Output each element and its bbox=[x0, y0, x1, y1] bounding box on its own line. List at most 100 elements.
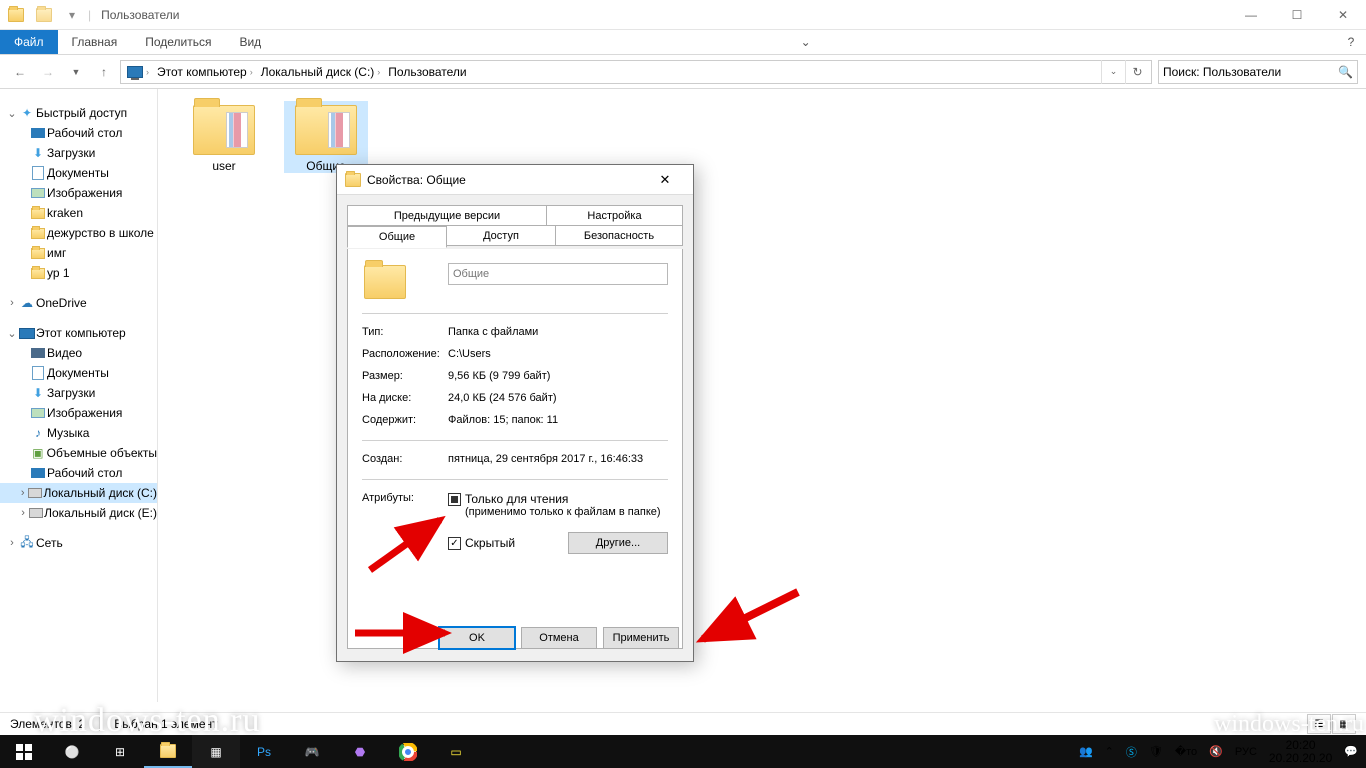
refresh-button[interactable]: ↻ bbox=[1125, 60, 1149, 84]
dialog-body: Тип:Папка с файлами Расположение:C:\User… bbox=[347, 249, 683, 649]
tab-security[interactable]: Безопасность bbox=[555, 225, 683, 246]
tree-onedrive[interactable]: ›☁OneDrive bbox=[0, 293, 157, 313]
folder-item-public[interactable]: Общие bbox=[284, 101, 368, 173]
tree-downloads[interactable]: ⬇Загрузки bbox=[0, 143, 157, 163]
explorer-task[interactable] bbox=[144, 735, 192, 768]
tree-item[interactable]: ур 1 bbox=[0, 263, 157, 283]
tray-people-icon[interactable]: 👥 bbox=[1079, 745, 1093, 758]
qat-dropdown[interactable]: ▾ bbox=[60, 4, 84, 26]
ribbon-tab-view[interactable]: Вид bbox=[225, 30, 275, 54]
minimize-button[interactable]: — bbox=[1228, 0, 1274, 30]
start-button[interactable] bbox=[0, 735, 48, 768]
apply-button[interactable]: Применить bbox=[603, 627, 679, 649]
maximize-button[interactable]: ☐ bbox=[1274, 0, 1320, 30]
calculator-task[interactable]: ▦ bbox=[192, 735, 240, 768]
folder-item-user[interactable]: user bbox=[182, 101, 266, 173]
breadcrumb-segment[interactable]: Локальный диск (C:)› bbox=[257, 65, 385, 79]
tab-sharing[interactable]: Доступ bbox=[446, 225, 556, 246]
tree-documents[interactable]: Документы bbox=[0, 163, 157, 183]
address-bar[interactable]: › Этот компьютер› Локальный диск (C:)› П… bbox=[120, 60, 1152, 84]
folder-icon bbox=[364, 265, 406, 299]
search-button[interactable]: ⚪ bbox=[48, 735, 96, 768]
forward-button[interactable]: → bbox=[36, 60, 60, 84]
gamepad-task[interactable]: 🎮 bbox=[288, 735, 336, 768]
breadcrumb-segment[interactable]: Пользователи bbox=[384, 65, 470, 79]
file-label: user bbox=[212, 159, 235, 173]
ribbon-tab-share[interactable]: Поделиться bbox=[131, 30, 225, 54]
checkbox-hidden[interactable]: ✓Скрытый bbox=[448, 536, 515, 550]
task-view-button[interactable]: ⊞ bbox=[96, 735, 144, 768]
folder-icon bbox=[4, 4, 28, 26]
quick-access-toolbar: ▾ | bbox=[0, 4, 95, 26]
tree-pictures[interactable]: Изображения bbox=[0, 403, 157, 423]
tray-skype-icon[interactable]: Ⓢ bbox=[1126, 744, 1137, 760]
tree-music[interactable]: ♪Музыка bbox=[0, 423, 157, 443]
ribbon-file-tab[interactable]: Файл bbox=[0, 30, 58, 54]
tree-item[interactable]: дежурство в школе bbox=[0, 223, 157, 243]
tree-videos[interactable]: Видео bbox=[0, 343, 157, 363]
breadcrumb-segment[interactable]: Этот компьютер› bbox=[153, 65, 257, 79]
tab-customize[interactable]: Настройка bbox=[546, 205, 683, 226]
readonly-note: (применимо только к файлам в папке) bbox=[448, 506, 668, 518]
label-size: Размер: bbox=[362, 370, 448, 382]
tray-notifications-icon[interactable]: 💬 bbox=[1344, 745, 1358, 758]
chrome-task[interactable] bbox=[384, 735, 432, 768]
tab-general[interactable]: Общие bbox=[347, 226, 447, 248]
tree-this-pc[interactable]: ⌄Этот компьютер bbox=[0, 323, 157, 343]
photoshop-task[interactable]: Ps bbox=[240, 735, 288, 768]
separator bbox=[362, 479, 668, 480]
tree-3d-objects[interactable]: ▣Объемные объекты bbox=[0, 443, 157, 463]
search-input[interactable]: Поиск: Пользователи 🔍 bbox=[1158, 60, 1358, 84]
navigation-tree[interactable]: ⌄✦Быстрый доступ Рабочий стол ⬇Загрузки … bbox=[0, 89, 158, 702]
back-button[interactable]: ← bbox=[8, 60, 32, 84]
label-contains: Содержит: bbox=[362, 414, 448, 426]
value-size: 9,56 КБ (9 799 байт) bbox=[448, 370, 668, 382]
tree-drive-c[interactable]: ›Локальный диск (C:) bbox=[0, 483, 157, 503]
other-attributes-button[interactable]: Другие... bbox=[568, 532, 668, 554]
titlebar: ▾ | Пользователи — ☐ ✕ bbox=[0, 0, 1366, 30]
tree-network[interactable]: ›🖧Сеть bbox=[0, 533, 157, 553]
ribbon-expand-icon[interactable]: ⌄ bbox=[786, 30, 826, 54]
up-button[interactable]: ↑ bbox=[92, 60, 116, 84]
system-tray[interactable]: 👥 ⌃ Ⓢ 🛡 �то 🔇 РУС 20:2020.20.20.20 💬 bbox=[1079, 739, 1366, 765]
value-size-on-disk: 24,0 КБ (24 576 байт) bbox=[448, 392, 668, 404]
tree-documents[interactable]: Документы bbox=[0, 363, 157, 383]
tab-previous-versions[interactable]: Предыдущие версии bbox=[347, 205, 547, 226]
ribbon-help-icon[interactable]: ? bbox=[1336, 30, 1366, 54]
tree-downloads[interactable]: ⬇Загрузки bbox=[0, 383, 157, 403]
address-root-icon[interactable]: › bbox=[123, 66, 153, 78]
tree-pictures[interactable]: Изображения bbox=[0, 183, 157, 203]
tray-volume-icon[interactable]: 🔇 bbox=[1209, 745, 1223, 758]
qat-item[interactable] bbox=[32, 4, 56, 26]
tree-desktop[interactable]: Рабочий стол bbox=[0, 463, 157, 483]
visualstudio-task[interactable]: ⬣ bbox=[336, 735, 384, 768]
checkbox-readonly[interactable]: Только для чтения bbox=[448, 492, 668, 506]
close-button[interactable]: ✕ bbox=[1320, 0, 1366, 30]
dialog-titlebar[interactable]: Свойства: Общие ✕ bbox=[337, 165, 693, 195]
tray-clock[interactable]: 20:2020.20.20.20 bbox=[1269, 739, 1332, 765]
address-dropdown-icon[interactable]: ⌄ bbox=[1101, 60, 1125, 84]
tree-drive-e[interactable]: ›Локальный диск (E:) bbox=[0, 503, 157, 523]
tree-quick-access[interactable]: ⌄✦Быстрый доступ bbox=[0, 103, 157, 123]
label-size-on-disk: На диске: bbox=[362, 392, 448, 404]
label-type: Тип: bbox=[362, 326, 448, 338]
dialog-close-button[interactable]: ✕ bbox=[645, 166, 685, 194]
tray-language[interactable]: РУС bbox=[1235, 746, 1257, 758]
tree-item[interactable]: имг bbox=[0, 243, 157, 263]
watermark: windows-ten.ru bbox=[1214, 711, 1364, 738]
manager-task[interactable]: ▭ bbox=[432, 735, 480, 768]
tray-defender-icon[interactable]: 🛡 bbox=[1149, 745, 1163, 758]
recent-dropdown[interactable]: ▼ bbox=[64, 60, 88, 84]
cancel-button[interactable]: Отмена bbox=[521, 627, 597, 649]
tree-desktop[interactable]: Рабочий стол bbox=[0, 123, 157, 143]
taskbar[interactable]: ⚪ ⊞ ▦ Ps 🎮 ⬣ ▭ 👥 ⌃ Ⓢ 🛡 �то 🔇 РУС 20:2020… bbox=[0, 735, 1366, 768]
value-location: C:\Users bbox=[448, 348, 668, 360]
ribbon-tab-home[interactable]: Главная bbox=[58, 30, 132, 54]
search-icon: 🔍 bbox=[1338, 65, 1353, 79]
tree-item[interactable]: kraken bbox=[0, 203, 157, 223]
folder-icon bbox=[193, 105, 255, 155]
folder-name-input[interactable] bbox=[448, 263, 668, 285]
tray-up-icon[interactable]: ⌃ bbox=[1105, 745, 1114, 758]
tray-network-icon[interactable]: �то bbox=[1175, 745, 1197, 758]
ok-button[interactable]: OK bbox=[439, 627, 515, 649]
